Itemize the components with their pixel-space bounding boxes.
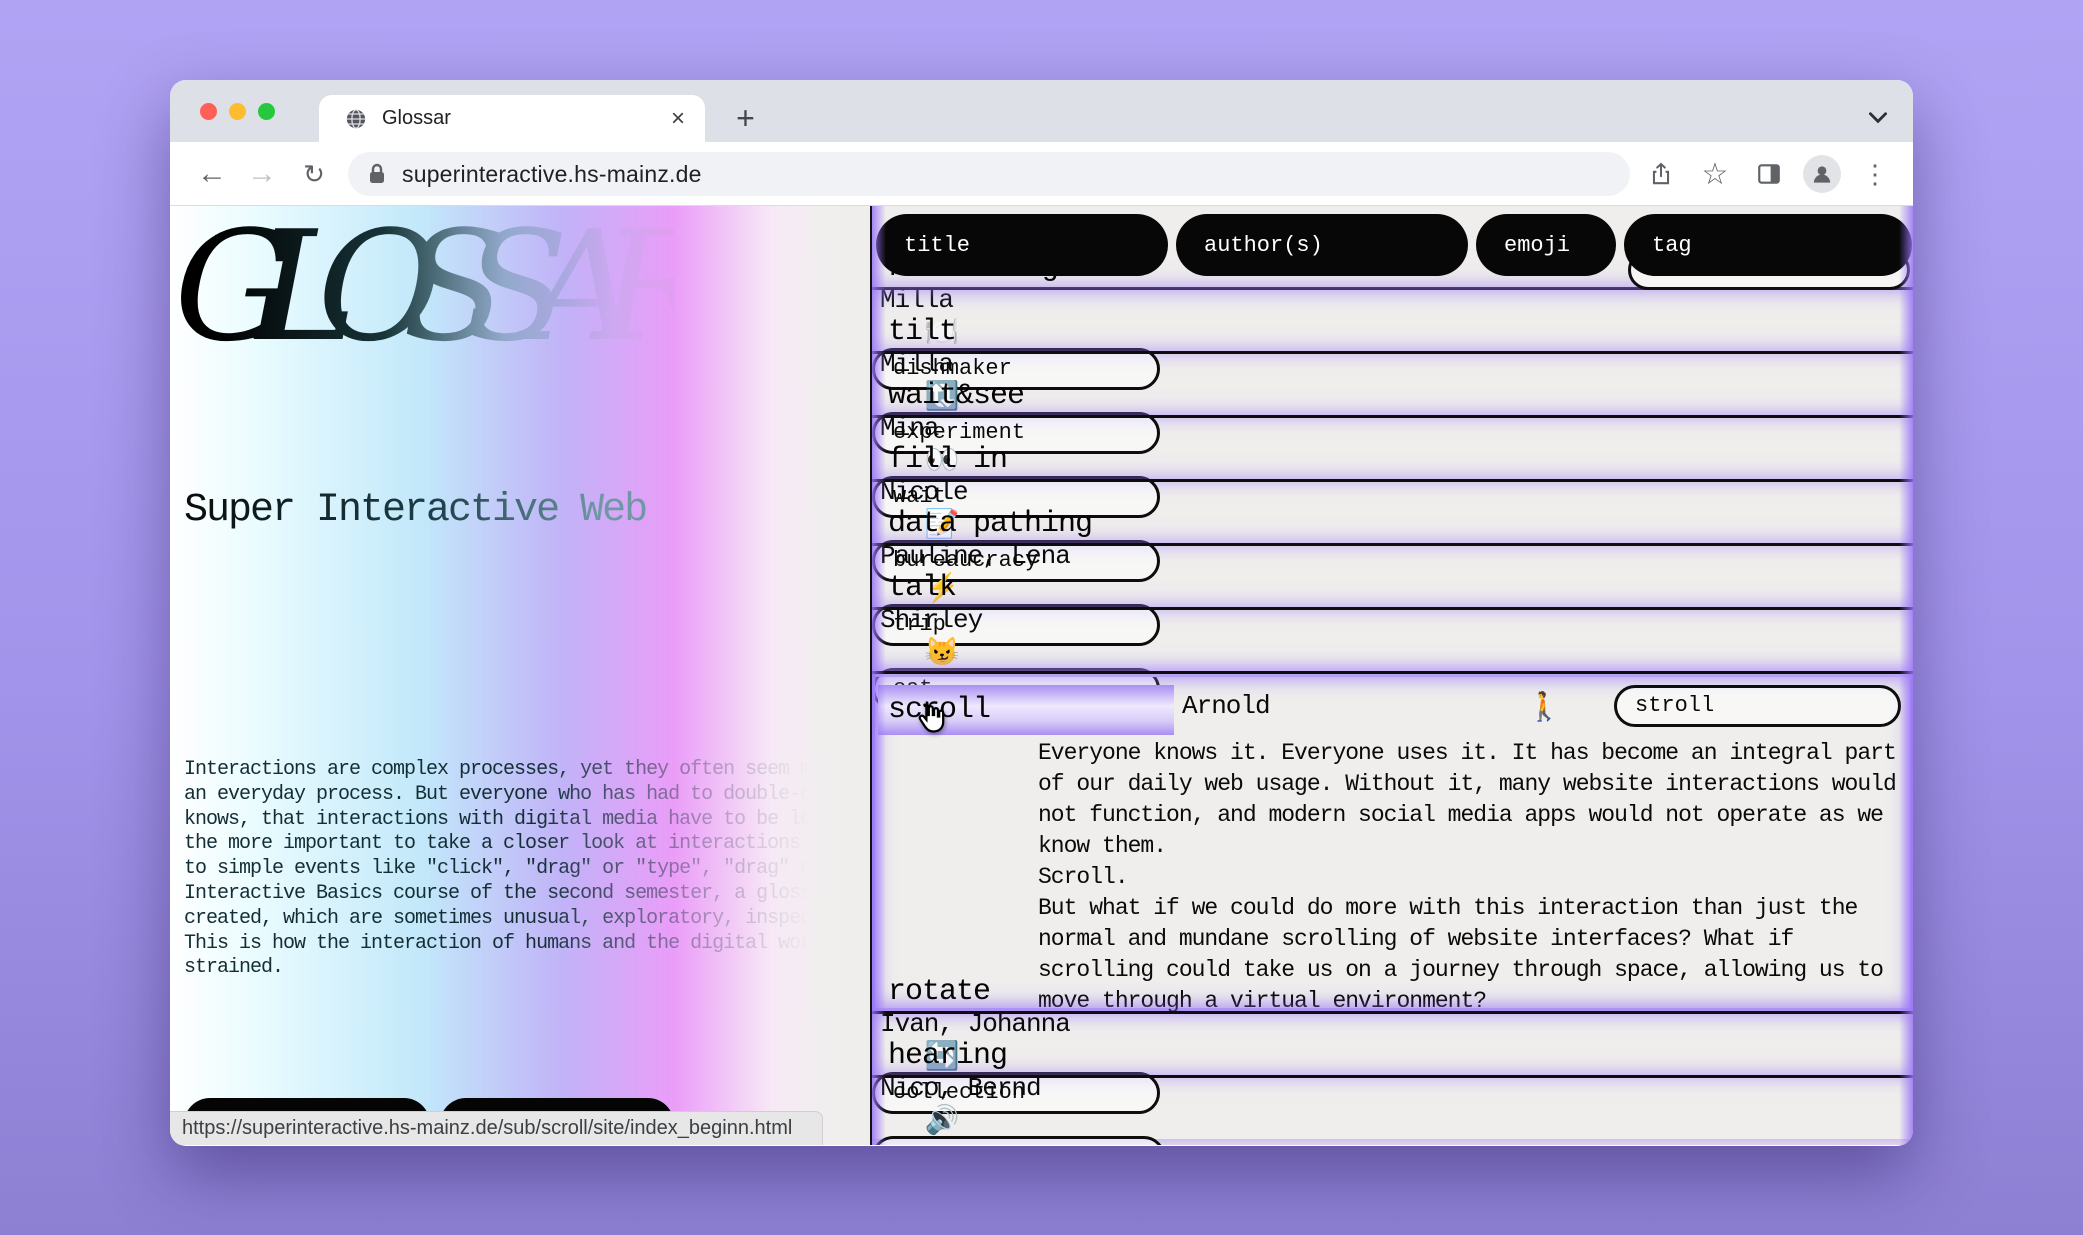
row-title[interactable]: rotate (872, 975, 1164, 1009)
url-text: superinteractive.hs-mainz.de (402, 161, 702, 188)
lock-icon (368, 163, 386, 185)
row-title[interactable]: tilt (872, 315, 1164, 349)
browser-menu-kebab-icon[interactable]: ⋮ (1855, 154, 1895, 194)
row-emoji: 😼 (872, 635, 1012, 668)
row-title[interactable]: fill in (872, 443, 1164, 477)
glossary-left-panel: GLOSSAR Super Interactive Web Interactio… (170, 206, 870, 1145)
table-row[interactable]: hearing Nico, Bernd 🔊 auditory perceptio… (872, 1075, 1913, 1139)
row-authors: Milla (872, 285, 1172, 315)
status-bar-link-preview: https://superinteractive.hs-mainz.de/sub… (170, 1111, 823, 1145)
row-tag-pill: auditory perception (872, 1136, 1165, 1145)
row-authors: Pauline, Lena (872, 541, 1172, 571)
glossar-wordmark: GLOSSAR (174, 206, 674, 375)
row-authors: Mina (872, 413, 1172, 443)
side-panel-icon[interactable] (1749, 154, 1789, 194)
forward-button[interactable]: → (242, 154, 282, 194)
zoom-window-button[interactable] (258, 103, 275, 120)
tab-search-chevron-icon[interactable] (1865, 104, 1891, 130)
row-title[interactable]: wait&see (872, 379, 1164, 413)
share-icon[interactable] (1641, 154, 1681, 194)
tab-strip: Glossar × + (170, 80, 1913, 142)
row-authors: Shirley (872, 605, 1172, 635)
bookmark-star-icon[interactable]: ☆ (1695, 154, 1735, 194)
hand-cursor-icon (912, 700, 948, 736)
address-bar[interactable]: superinteractive.hs-mainz.de (348, 152, 1630, 196)
row-authors: Nico, Bernd (872, 1073, 1172, 1103)
row-authors: Arnold (1174, 691, 1474, 721)
header-title[interactable]: title (876, 214, 1168, 276)
row-emoji: 🚶 (1474, 690, 1614, 723)
table-row[interactable]: talk Shirley 😼 cat (872, 607, 1913, 671)
browser-window: Glossar × + ← → ↻ superinteractive.hs-ma… (170, 80, 1913, 1146)
close-tab-icon[interactable]: × (667, 105, 689, 133)
header-authors[interactable]: author(s) (1176, 214, 1468, 276)
globe-favicon-icon (345, 108, 367, 130)
minimize-window-button[interactable] (229, 103, 246, 120)
browser-toolbar: ← → ↻ superinteractive.hs-mainz.de ☆ (170, 142, 1913, 206)
row-emoji: 🔊 (872, 1103, 1012, 1136)
row-authors: Ivan, Johanna (872, 1009, 1172, 1039)
reload-button[interactable]: ↻ (294, 154, 334, 194)
row-title[interactable]: talk (872, 571, 1164, 605)
table-row[interactable]: scroll Arnold 🚶 stroll Everyone knows it… (872, 671, 1913, 1011)
header-tag[interactable]: tag (1624, 214, 1912, 276)
back-button[interactable]: ← (192, 154, 232, 194)
browser-tab[interactable]: Glossar × (319, 95, 705, 142)
row-tag-pill: stroll (1614, 685, 1901, 727)
table-header: g title author(s) emoji tag (872, 206, 1913, 287)
table-rows: kitchening Milla 🍽️ dishmaker tilt Milla… (872, 287, 1913, 1139)
new-tab-button[interactable]: + (722, 95, 769, 142)
row-authors: Nicole (872, 477, 1172, 507)
row-title[interactable]: data pathing (872, 507, 1164, 541)
row-title[interactable]: hearing (872, 1039, 1164, 1073)
profile-avatar[interactable] (1803, 155, 1841, 193)
row-authors: Milla (872, 349, 1172, 379)
close-window-button[interactable] (200, 103, 217, 120)
desktop-background: Glossar × + ← → ↻ superinteractive.hs-ma… (0, 0, 2083, 1235)
glossary-table: g title author(s) emoji tag kitchening M… (870, 206, 1913, 1145)
site-heading: Super Interactive Web (184, 488, 646, 533)
header-emoji[interactable]: emoji (1476, 214, 1616, 276)
window-controls[interactable] (200, 103, 275, 120)
intro-paragraph: Interactions are complex processes, yet … (184, 758, 864, 1038)
page-content: GLOSSAR Super Interactive Web Interactio… (170, 206, 1913, 1145)
tab-title: Glossar (382, 107, 667, 130)
